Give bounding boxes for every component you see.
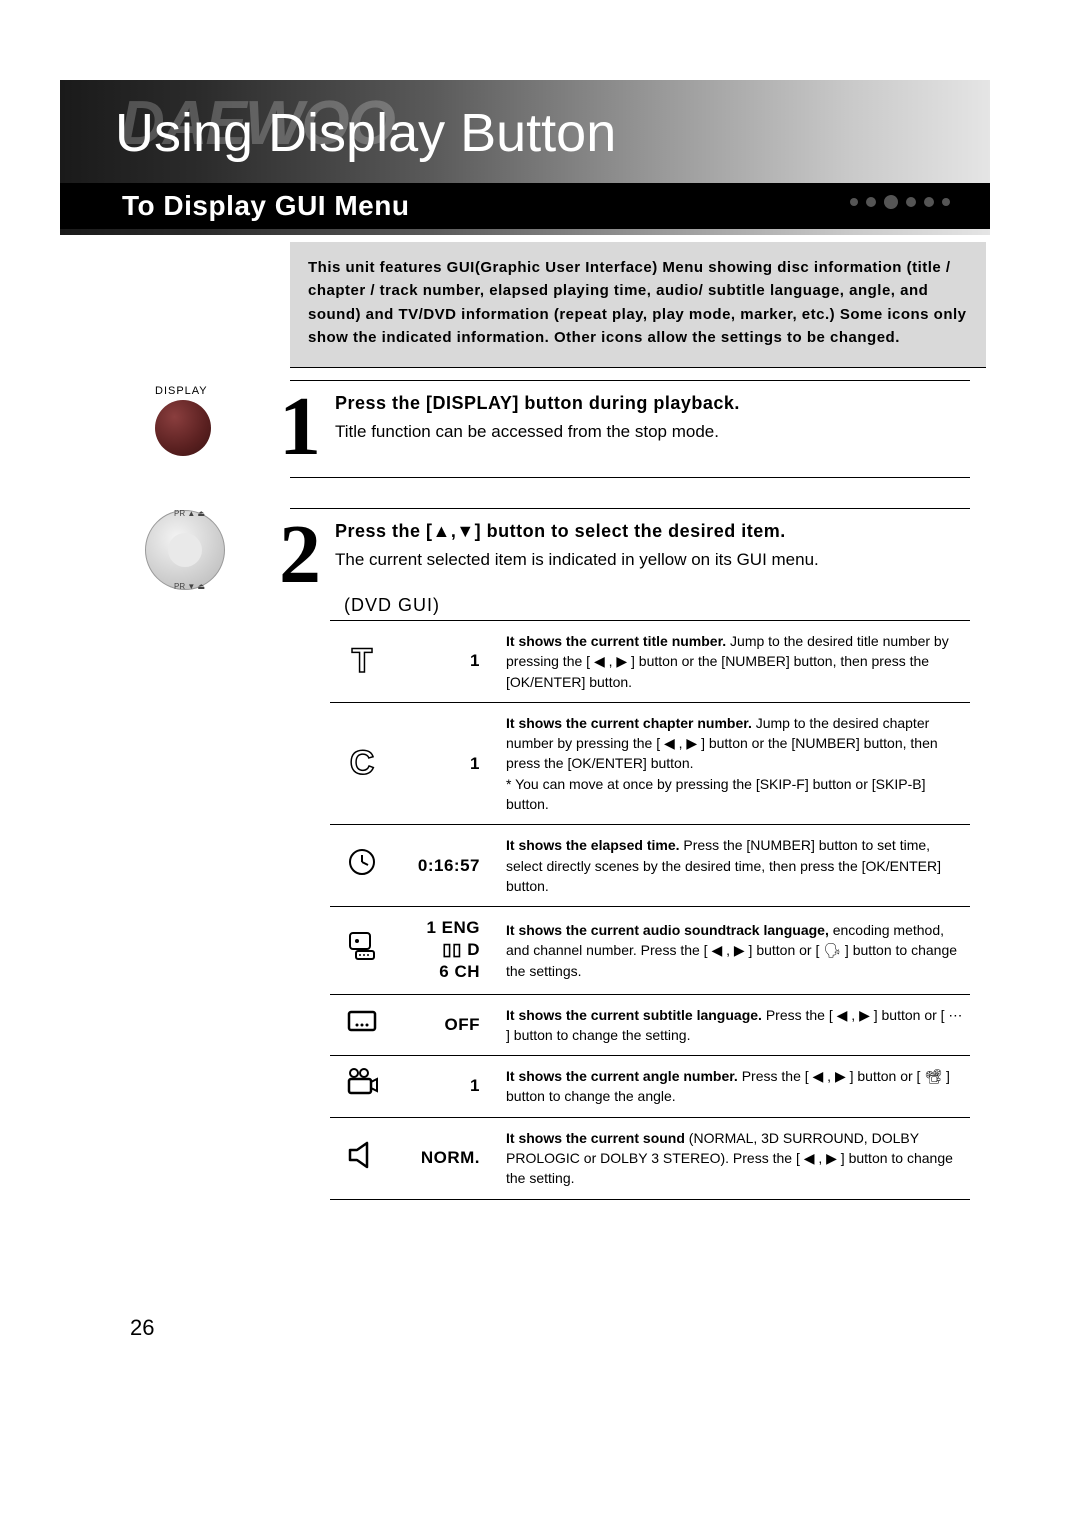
decorative-dots	[850, 195, 950, 209]
step-heading: Press the [▲,▼] button to select the des…	[335, 521, 955, 542]
desc-bold: It shows the current audio soundtrack la…	[506, 922, 829, 938]
step-1: 1 Press the [DISPLAY] button during play…	[290, 380, 970, 478]
time-desc: It shows the elapsed time. Press the [NU…	[492, 825, 970, 907]
page-title: Using Display Button	[115, 102, 616, 164]
table-row: NORM. It shows the current sound (NORMAL…	[330, 1117, 970, 1199]
sound-value: NORM.	[394, 1117, 492, 1199]
desc-bold: It shows the current chapter number.	[506, 715, 752, 731]
desc-bold: It shows the current angle number.	[506, 1068, 738, 1084]
table-row: 0:16:57 It shows the elapsed time. Press…	[330, 825, 970, 907]
title-value: 1	[394, 621, 492, 703]
title-icon: T	[330, 621, 394, 703]
audio-line1: 1 ENG	[402, 917, 480, 939]
subtitle-value: OFF	[394, 994, 492, 1056]
nav-bottom-label: PR ▼ ⏏	[174, 582, 205, 591]
audio-line3: 6 CH	[402, 961, 480, 983]
angle-value: 1	[394, 1056, 492, 1118]
angle-desc: It shows the current angle number. Press…	[492, 1056, 970, 1118]
desc-bold: It shows the current sound	[506, 1130, 685, 1146]
manual-page: DAEWOO Using Display Button To Display G…	[0, 0, 1080, 1528]
intro-text: This unit features GUI(Graphic User Inte…	[290, 242, 986, 368]
step-text: Title function can be accessed from the …	[335, 420, 955, 444]
sound-desc: It shows the current sound (NORMAL, 3D S…	[492, 1117, 970, 1199]
table-row: C 1 It shows the current chapter number.…	[330, 702, 970, 824]
gui-table: T 1 It shows the current title number. J…	[330, 620, 970, 1200]
audio-value: 1 ENG ▯▯ D 6 CH	[394, 907, 492, 994]
nav-top-label: PR ▲ ⏏	[174, 509, 205, 518]
clock-icon	[330, 825, 394, 907]
chapter-desc: It shows the current chapter number. Jum…	[492, 702, 970, 824]
section-title: To Display GUI Menu	[60, 190, 409, 222]
table-row: 1 ENG ▯▯ D 6 CH It shows the current aud…	[330, 907, 970, 994]
chapter-value: 1	[394, 702, 492, 824]
step-2: 2 Press the [▲,▼] button to select the d…	[290, 508, 970, 599]
speaker-icon	[330, 1117, 394, 1199]
subtitle-icon	[330, 994, 394, 1056]
title-desc: It shows the current title number. Jump …	[492, 621, 970, 703]
display-button-label: DISPLAY	[155, 385, 208, 397]
table-row: 1 It shows the current angle number. Pre…	[330, 1056, 970, 1118]
nav-pad-icon: PR ▲ ⏏ PR ▼ ⏏	[145, 510, 225, 590]
desc-bold: It shows the current subtitle language.	[506, 1007, 762, 1023]
subtitle-desc: It shows the current subtitle language. …	[492, 994, 970, 1056]
audio-line2: ▯▯ D	[402, 939, 480, 961]
display-button-icon	[155, 400, 211, 456]
step-number: 1	[270, 393, 330, 460]
table-row: T 1 It shows the current title number. J…	[330, 621, 970, 703]
page-number: 26	[130, 1315, 154, 1341]
chapter-icon: C	[330, 702, 394, 824]
step-text: The current selected item is indicated i…	[335, 548, 955, 572]
desc-bold: It shows the elapsed time.	[506, 837, 680, 853]
audio-desc: It shows the current audio soundtrack la…	[492, 907, 970, 994]
section-bar: To Display GUI Menu	[60, 183, 990, 229]
table-row: OFF It shows the current subtitle langua…	[330, 994, 970, 1056]
step-number: 2	[270, 521, 330, 588]
time-value: 0:16:57	[394, 825, 492, 907]
gui-label: (DVD GUI)	[344, 595, 440, 616]
desc-bold: It shows the current title number.	[506, 633, 726, 649]
audio-icon	[330, 907, 394, 994]
angle-icon	[330, 1056, 394, 1118]
step-heading: Press the [DISPLAY] button during playba…	[335, 393, 955, 414]
